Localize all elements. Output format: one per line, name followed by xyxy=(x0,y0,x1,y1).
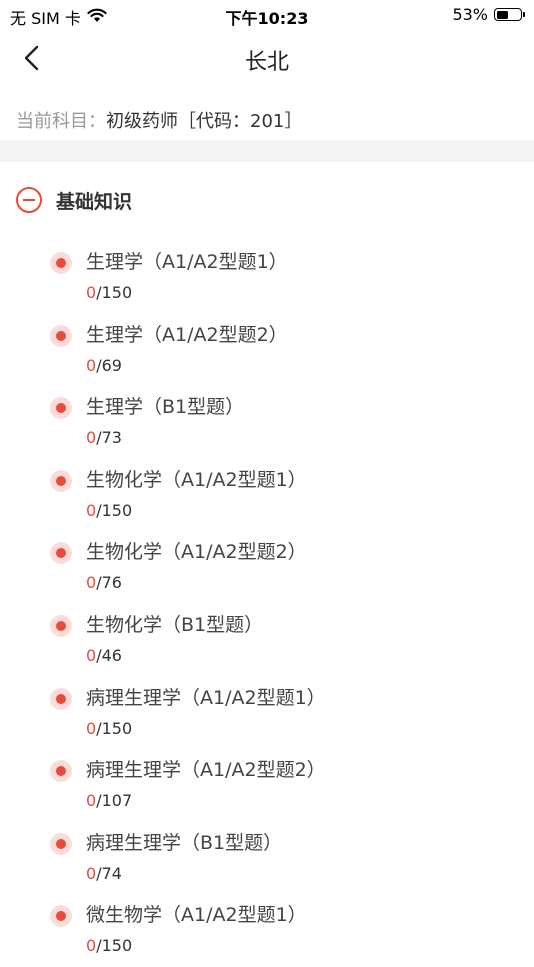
list-item[interactable]: 生物化学（A1/A2型题1） 0/150 xyxy=(0,459,534,532)
nav-bar: 长北 xyxy=(0,30,534,92)
subject-value: 初级药师［代码：201］ xyxy=(106,111,303,132)
total-count: /46 xyxy=(96,645,122,665)
chapter-list: 生理学（A1/A2型题1） 0/150 生理学（A1/A2型题2） 0/69 生… xyxy=(0,241,534,967)
list-item[interactable]: 病理生理学（A1/A2型题2） 0/107 xyxy=(0,749,534,822)
item-title: 生物化学（A1/A2型题1） xyxy=(86,468,307,491)
battery-icon xyxy=(494,8,525,21)
total-count: /76 xyxy=(96,573,122,593)
done-count: 0 xyxy=(86,573,97,593)
item-title: 病理生理学（A1/A2型题2） xyxy=(86,759,326,782)
section-title: 基础知识 xyxy=(56,190,133,213)
item-progress: 0/76 xyxy=(86,573,122,592)
total-count: /69 xyxy=(96,355,122,375)
bullet-dot-icon xyxy=(50,397,72,420)
done-count: 0 xyxy=(86,863,97,883)
item-progress: 0/150 xyxy=(86,501,132,520)
total-count: /150 xyxy=(96,500,133,520)
collapse-minus-icon[interactable] xyxy=(16,187,42,213)
list-item[interactable]: 生物化学（A1/A2型题2） 0/76 xyxy=(0,531,534,604)
item-progress: 0/150 xyxy=(86,719,132,738)
item-title: 生理学（A1/A2型题1） xyxy=(86,251,288,273)
total-count: /150 xyxy=(96,936,133,956)
done-count: 0 xyxy=(86,718,97,738)
item-title: 生理学（B1型题） xyxy=(86,396,245,419)
item-progress: 0/46 xyxy=(86,646,122,665)
done-count: 0 xyxy=(86,355,97,375)
section-divider xyxy=(0,140,534,162)
battery-fill xyxy=(496,10,509,19)
section-header-basic-knowledge[interactable]: 基础知识 xyxy=(16,184,132,216)
bullet-dot-icon xyxy=(50,252,72,274)
list-item[interactable]: 生物化学（B1型题） 0/46 xyxy=(0,604,534,677)
bullet-dot-icon xyxy=(50,832,72,855)
total-count: /150 xyxy=(96,718,133,738)
total-count: /74 xyxy=(96,863,122,883)
status-right: 53% xyxy=(452,5,525,24)
item-title: 生物化学（A1/A2型题2） xyxy=(86,541,307,564)
list-item[interactable]: 病理生理学（B1型题） 0/74 xyxy=(0,822,534,895)
battery-percent: 53% xyxy=(452,5,488,24)
item-progress: 0/150 xyxy=(86,283,132,302)
bullet-dot-icon xyxy=(50,469,72,492)
item-title: 微生物学（A1/A2型题1） xyxy=(86,904,307,927)
item-progress: 0/74 xyxy=(86,864,122,883)
done-count: 0 xyxy=(86,645,97,665)
bullet-dot-icon xyxy=(50,614,72,637)
done-count: 0 xyxy=(86,936,97,956)
bullet-dot-icon xyxy=(50,542,72,565)
item-progress: 0/73 xyxy=(86,428,122,447)
item-progress: 0/107 xyxy=(86,791,132,810)
bullet-dot-icon xyxy=(50,324,72,347)
total-count: /73 xyxy=(96,428,122,448)
list-item[interactable]: 生理学（B1型题） 0/73 xyxy=(0,386,534,459)
done-count: 0 xyxy=(86,283,97,302)
bullet-dot-icon xyxy=(50,687,72,710)
list-item[interactable]: 生理学（A1/A2型题2） 0/69 xyxy=(0,314,534,387)
current-subject: 当前科目：初级药师［代码：201］ xyxy=(16,107,302,133)
page-title: 长北 xyxy=(244,50,289,75)
bullet-dot-icon xyxy=(50,905,72,928)
list-item[interactable]: 微生物学（A1/A2型题1） 0/150 xyxy=(0,894,534,967)
item-title: 生理学（A1/A2型题2） xyxy=(86,323,288,346)
item-progress: 0/69 xyxy=(86,356,122,375)
list-item[interactable]: 病理生理学（A1/A2型题1） 0/150 xyxy=(0,677,534,750)
item-title: 病理生理学（A1/A2型题1） xyxy=(86,686,326,709)
status-bar: 无 SIM 卡 下午10:23 53% xyxy=(0,0,534,30)
total-count: /150 xyxy=(96,283,133,302)
battery-tip xyxy=(523,12,525,17)
done-count: 0 xyxy=(86,428,97,448)
item-title: 病理生理学（B1型题） xyxy=(86,831,283,854)
bullet-dot-icon xyxy=(50,760,72,783)
done-count: 0 xyxy=(86,791,97,811)
total-count: /107 xyxy=(96,791,133,811)
subject-label: 当前科目： xyxy=(16,111,106,132)
item-title: 生物化学（B1型题） xyxy=(86,613,264,636)
item-progress: 0/150 xyxy=(86,936,132,955)
list-item[interactable]: 生理学（A1/A2型题1） 0/150 xyxy=(0,241,534,314)
done-count: 0 xyxy=(86,500,97,520)
